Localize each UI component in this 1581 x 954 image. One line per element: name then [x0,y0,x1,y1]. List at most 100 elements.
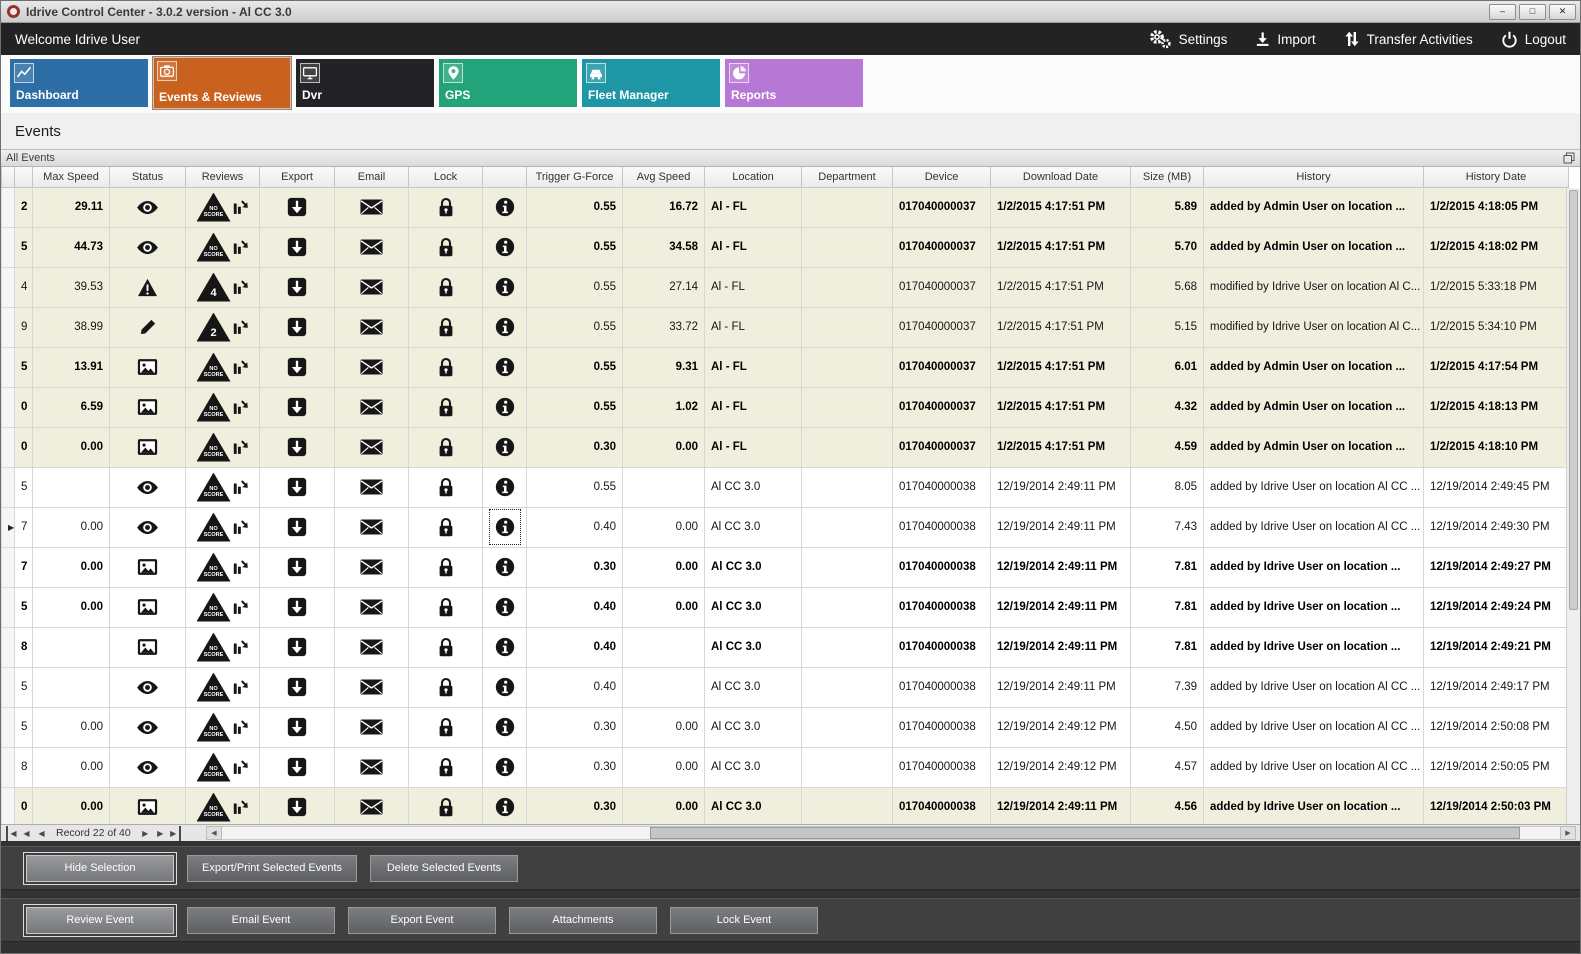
cell-avgSpeed[interactable]: 27.14 [623,267,705,307]
info-icon[interactable] [495,357,515,377]
lock-icon[interactable] [438,237,454,257]
cell-reviews[interactable]: 2 [186,307,260,347]
cell-downloadDate[interactable]: 1/2/2015 4:17:51 PM [991,187,1131,227]
review-chart-icon[interactable] [233,718,249,737]
review-score-badge[interactable]: NO SCORE [197,193,231,222]
cell-maxSpeed[interactable]: 0.00 [33,507,110,547]
cell-ind[interactable]: ▶ [2,507,15,547]
cell-historyDate[interactable]: 12/19/2014 2:50:08 PM [1424,707,1569,747]
cell-ind[interactable] [2,707,15,747]
cell-ind[interactable] [2,187,15,227]
cell-trigger[interactable]: 0.55 [527,347,623,387]
cell-device[interactable]: 017040000038 [893,547,991,587]
tab-dvr[interactable]: Dvr [296,59,434,107]
eye-icon[interactable] [136,720,159,735]
cell-id[interactable]: 2 [15,187,33,227]
cell-history[interactable]: added by Idrive User on location Al CC .… [1204,707,1424,747]
review-score-badge[interactable]: NO SCORE [197,353,231,382]
cell-maxSpeed[interactable]: 39.53 [33,267,110,307]
lock-icon[interactable] [438,517,454,537]
review-score-badge[interactable]: NO SCORE [197,473,231,502]
settings-button[interactable]: Settings [1148,29,1228,49]
cell-maxSpeed[interactable]: 0.00 [33,747,110,787]
cell-export[interactable] [260,747,335,787]
cell-email[interactable] [335,547,409,587]
cell-maxSpeed[interactable]: 38.99 [33,307,110,347]
cell-reviews[interactable]: NO SCORE [186,547,260,587]
tab-events-reviews[interactable]: Events & Reviews [153,57,291,109]
cell-trigger[interactable]: 0.55 [527,187,623,227]
cell-export[interactable] [260,467,335,507]
cell-location[interactable]: Al CC 3.0 [705,667,802,707]
cell-avgSpeed[interactable]: 0.00 [623,787,705,824]
review-score-badge[interactable]: NO SCORE [197,433,231,462]
cell-size[interactable]: 7.81 [1131,547,1204,587]
cell-status[interactable] [110,547,186,587]
logout-button[interactable]: Logout [1501,31,1566,48]
cell-size[interactable]: 5.68 [1131,267,1204,307]
horizontal-scrollbar[interactable]: ◀ ▶ [206,826,1576,840]
cell-device[interactable]: 017040000038 [893,787,991,824]
cell-lock[interactable] [409,587,483,627]
cell-maxSpeed[interactable] [33,627,110,667]
cell-downloadDate[interactable]: 1/2/2015 4:17:51 PM [991,347,1131,387]
cell-status[interactable] [110,507,186,547]
cell-trigger[interactable]: 0.30 [527,547,623,587]
cell-department[interactable] [802,467,893,507]
cell-reviews[interactable]: NO SCORE [186,347,260,387]
review-chart-icon[interactable] [233,198,249,217]
cell-maxSpeed[interactable]: 0.00 [33,707,110,747]
export-icon[interactable] [287,477,307,497]
delete-selected-events-button[interactable]: Delete Selected Events [370,855,518,882]
cell-avgSpeed[interactable] [623,627,705,667]
cell-lock[interactable] [409,227,483,267]
cell-downloadDate[interactable]: 1/2/2015 4:17:51 PM [991,387,1131,427]
cell-export[interactable] [260,547,335,587]
cell-history[interactable]: added by Idrive User on location ... [1204,547,1424,587]
cell-trigger[interactable]: 0.40 [527,587,623,627]
col-header-device[interactable]: Device [893,167,991,187]
cell-department[interactable] [802,267,893,307]
cell-export[interactable] [260,227,335,267]
cell-status[interactable] [110,227,186,267]
export-icon[interactable] [287,597,307,617]
lock-icon[interactable] [438,637,454,657]
review-score-badge[interactable]: NO SCORE [197,633,231,662]
info-icon[interactable] [495,717,515,737]
export-icon[interactable] [287,757,307,777]
cell-reviews[interactable]: NO SCORE [186,507,260,547]
cell-history[interactable]: added by Idrive User on location ... [1204,627,1424,667]
cell-reviews[interactable]: NO SCORE [186,227,260,267]
review-score-badge[interactable]: 2 [197,313,231,342]
email-icon[interactable] [360,799,383,815]
image-icon[interactable] [137,398,158,416]
cell-lock[interactable] [409,507,483,547]
cell-location[interactable]: Al CC 3.0 [705,747,802,787]
cell-ind[interactable] [2,627,15,667]
cell-downloadDate[interactable]: 12/19/2014 2:49:12 PM [991,707,1131,747]
warning-icon[interactable] [137,278,158,297]
cell-location[interactable]: Al - FL [705,387,802,427]
col-header-email[interactable]: Email [335,167,409,187]
cell-device[interactable]: 017040000038 [893,747,991,787]
cell-trigger[interactable]: 0.55 [527,467,623,507]
cell-history[interactable]: added by Idrive User on location Al CC .… [1204,747,1424,787]
info-icon[interactable] [495,277,515,297]
email-icon[interactable] [360,279,383,295]
cell-location[interactable]: Al - FL [705,307,802,347]
cell-lock[interactable] [409,427,483,467]
cell-maxSpeed[interactable]: 6.59 [33,387,110,427]
email-icon[interactable] [360,519,383,535]
review-chart-icon[interactable] [233,598,249,617]
export-icon[interactable] [287,397,307,417]
cell-history[interactable]: added by Admin User on location ... [1204,187,1424,227]
cell-department[interactable] [802,707,893,747]
cell-department[interactable] [802,307,893,347]
cell-status[interactable] [110,587,186,627]
cell-id[interactable]: 8 [15,747,33,787]
cell-history[interactable]: added by Admin User on location ... [1204,227,1424,267]
review-chart-icon[interactable] [233,478,249,497]
cell-downloadDate[interactable]: 12/19/2014 2:49:11 PM [991,547,1131,587]
cell-ind[interactable] [2,547,15,587]
cell-reviews[interactable]: NO SCORE [186,787,260,824]
